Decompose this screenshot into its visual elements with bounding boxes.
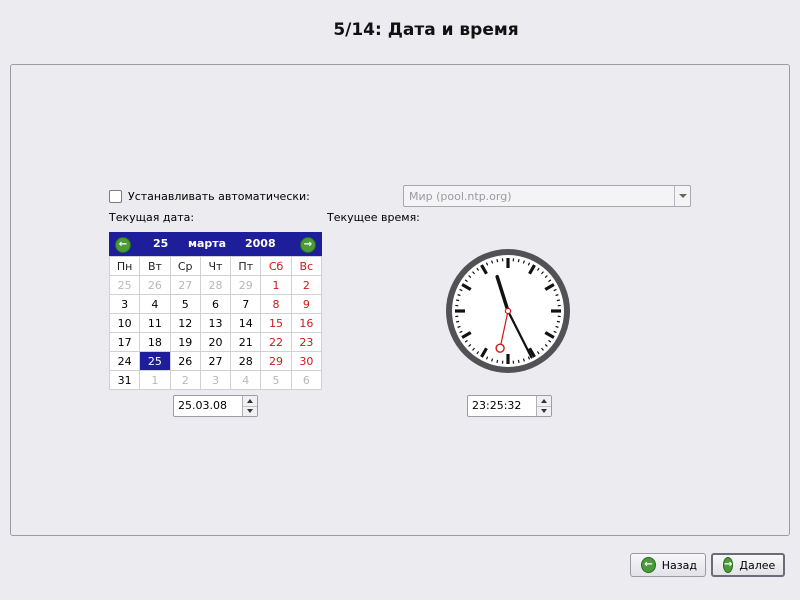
arrow-left-icon: ←: [641, 557, 656, 573]
calendar-header: ← 25 марта 2008 →: [109, 232, 322, 256]
auto-sync-row[interactable]: Устанавливать автоматически:: [109, 188, 310, 204]
clock-center: [504, 307, 512, 315]
calendar-day-cell[interactable]: 26: [139, 275, 171, 295]
calendar-day-cell[interactable]: 13: [199, 313, 232, 333]
calendar-day-cell[interactable]: 8: [260, 294, 292, 314]
date-input[interactable]: 25.03.08: [174, 396, 242, 416]
ntp-server-value: Мир (pool.ntp.org): [409, 189, 512, 203]
calendar-day-cell[interactable]: 4: [139, 294, 171, 314]
calendar-day-cell[interactable]: 1: [260, 275, 292, 295]
minute-tick: [556, 299, 560, 302]
analog-clock: [446, 249, 570, 373]
calendar-day-cell[interactable]: 3: [199, 370, 232, 390]
minute-tick: [456, 320, 460, 323]
weekday-header: Сб: [260, 256, 292, 276]
weekday-header: Ср: [169, 256, 201, 276]
weekday-header: Вс: [290, 256, 323, 276]
page-title: 5/14: Дата и время: [333, 20, 519, 40]
calendar-day-cell[interactable]: 30: [290, 351, 323, 371]
calendar-day-cell[interactable]: 17: [108, 332, 141, 352]
calendar-day-cell[interactable]: 14: [230, 313, 262, 333]
date-spinbox[interactable]: 25.03.08: [173, 395, 258, 417]
calendar-day-cell[interactable]: 19: [169, 332, 201, 352]
current-date-label: Текущая дата:: [109, 211, 195, 224]
next-month-arrow-icon[interactable]: →: [300, 237, 316, 253]
calendar-day-cell[interactable]: 24: [108, 351, 141, 371]
calendar-day-cell[interactable]: 15: [260, 313, 292, 333]
calendar-day-cell[interactable]: 5: [169, 294, 201, 314]
calendar: ← 25 марта 2008 → Пн Вт Ср Чт Пт Сб Вс 25 26 27 28…: [108, 232, 323, 390]
date-down-icon[interactable]: [243, 405, 257, 416]
calendar-year: 2008: [245, 237, 276, 250]
calendar-day-cell[interactable]: 16: [290, 313, 323, 333]
calendar-day-cell[interactable]: 2: [290, 275, 323, 295]
calendar-day-cell[interactable]: 4: [230, 370, 262, 390]
weekday-header: Чт: [199, 256, 232, 276]
next-button-label: Далее: [739, 558, 776, 572]
time-down-icon[interactable]: [537, 405, 551, 416]
weekday-header: Пт: [230, 256, 262, 276]
calendar-day-cell[interactable]: 18: [139, 332, 171, 352]
calendar-day-cell[interactable]: 7: [230, 294, 262, 314]
current-time-label: Текущее время:: [327, 211, 420, 224]
arrow-right-icon: →: [723, 557, 734, 573]
calendar-day-cell[interactable]: 31: [108, 370, 141, 390]
calendar-day-cell[interactable]: 9: [290, 294, 323, 314]
calendar-day-cell[interactable]: 21: [230, 332, 262, 352]
calendar-day-cell[interactable]: 29: [230, 275, 262, 295]
weekday-header: Пн: [108, 256, 141, 276]
calendar-day-cell[interactable]: 27: [169, 275, 201, 295]
calendar-day-cell[interactable]: 29: [260, 351, 292, 371]
calendar-day-cell[interactable]: 25: [108, 275, 141, 295]
back-button-label: Назад: [661, 558, 697, 572]
time-spinbox[interactable]: 23:25:32: [467, 395, 552, 417]
calendar-day: 25: [153, 237, 169, 250]
calendar-day-cell[interactable]: 28: [230, 351, 262, 371]
calendar-day-cell[interactable]: 23: [290, 332, 323, 352]
auto-sync-label[interactable]: Устанавливать автоматически:: [128, 190, 310, 203]
calendar-day-cell[interactable]: 5: [260, 370, 292, 390]
calendar-day-cell[interactable]: 6: [290, 370, 323, 390]
calendar-day-cell[interactable]: 1: [139, 370, 171, 390]
calendar-day-cell[interactable]: 27: [199, 351, 232, 371]
second-hand-tip: [495, 343, 505, 353]
calendar-grid: Пн Вт Ср Чт Пт Сб Вс 25 26 27 28 29 1 2 3 4 5 6 7 8 9 10 11 12 1…: [108, 256, 323, 390]
calendar-day-cell[interactable]: 10: [108, 313, 141, 333]
chevron-down-icon[interactable]: [674, 186, 690, 206]
prev-month-arrow-icon[interactable]: ←: [115, 237, 131, 253]
time-input[interactable]: 23:25:32: [468, 396, 536, 416]
calendar-day-selected[interactable]: 25: [139, 351, 171, 371]
minute-tick: [517, 259, 520, 263]
calendar-day-cell[interactable]: 28: [199, 275, 232, 295]
calendar-day-cell[interactable]: 26: [169, 351, 201, 371]
date-up-icon[interactable]: [243, 396, 257, 406]
calendar-day-cell[interactable]: 12: [169, 313, 201, 333]
ntp-server-select[interactable]: Мир (pool.ntp.org): [403, 185, 691, 207]
weekday-header: Вт: [139, 256, 171, 276]
back-button[interactable]: ← Назад: [630, 553, 706, 577]
calendar-month: марта: [188, 237, 227, 250]
calendar-day-cell[interactable]: 2: [169, 370, 201, 390]
calendar-day-cell[interactable]: 20: [199, 332, 232, 352]
next-button[interactable]: → Далее: [711, 553, 785, 577]
calendar-day-cell[interactable]: 22: [260, 332, 292, 352]
auto-sync-checkbox[interactable]: [109, 189, 122, 203]
calendar-day-cell[interactable]: 11: [139, 313, 171, 333]
minute-tick: [456, 299, 460, 302]
minute-tick: [517, 359, 520, 363]
calendar-day-cell[interactable]: 3: [108, 294, 141, 314]
minute-tick: [496, 259, 499, 263]
time-up-icon[interactable]: [537, 396, 551, 406]
calendar-day-cell[interactable]: 6: [199, 294, 232, 314]
minute-tick: [496, 359, 499, 363]
minute-tick: [556, 320, 560, 323]
